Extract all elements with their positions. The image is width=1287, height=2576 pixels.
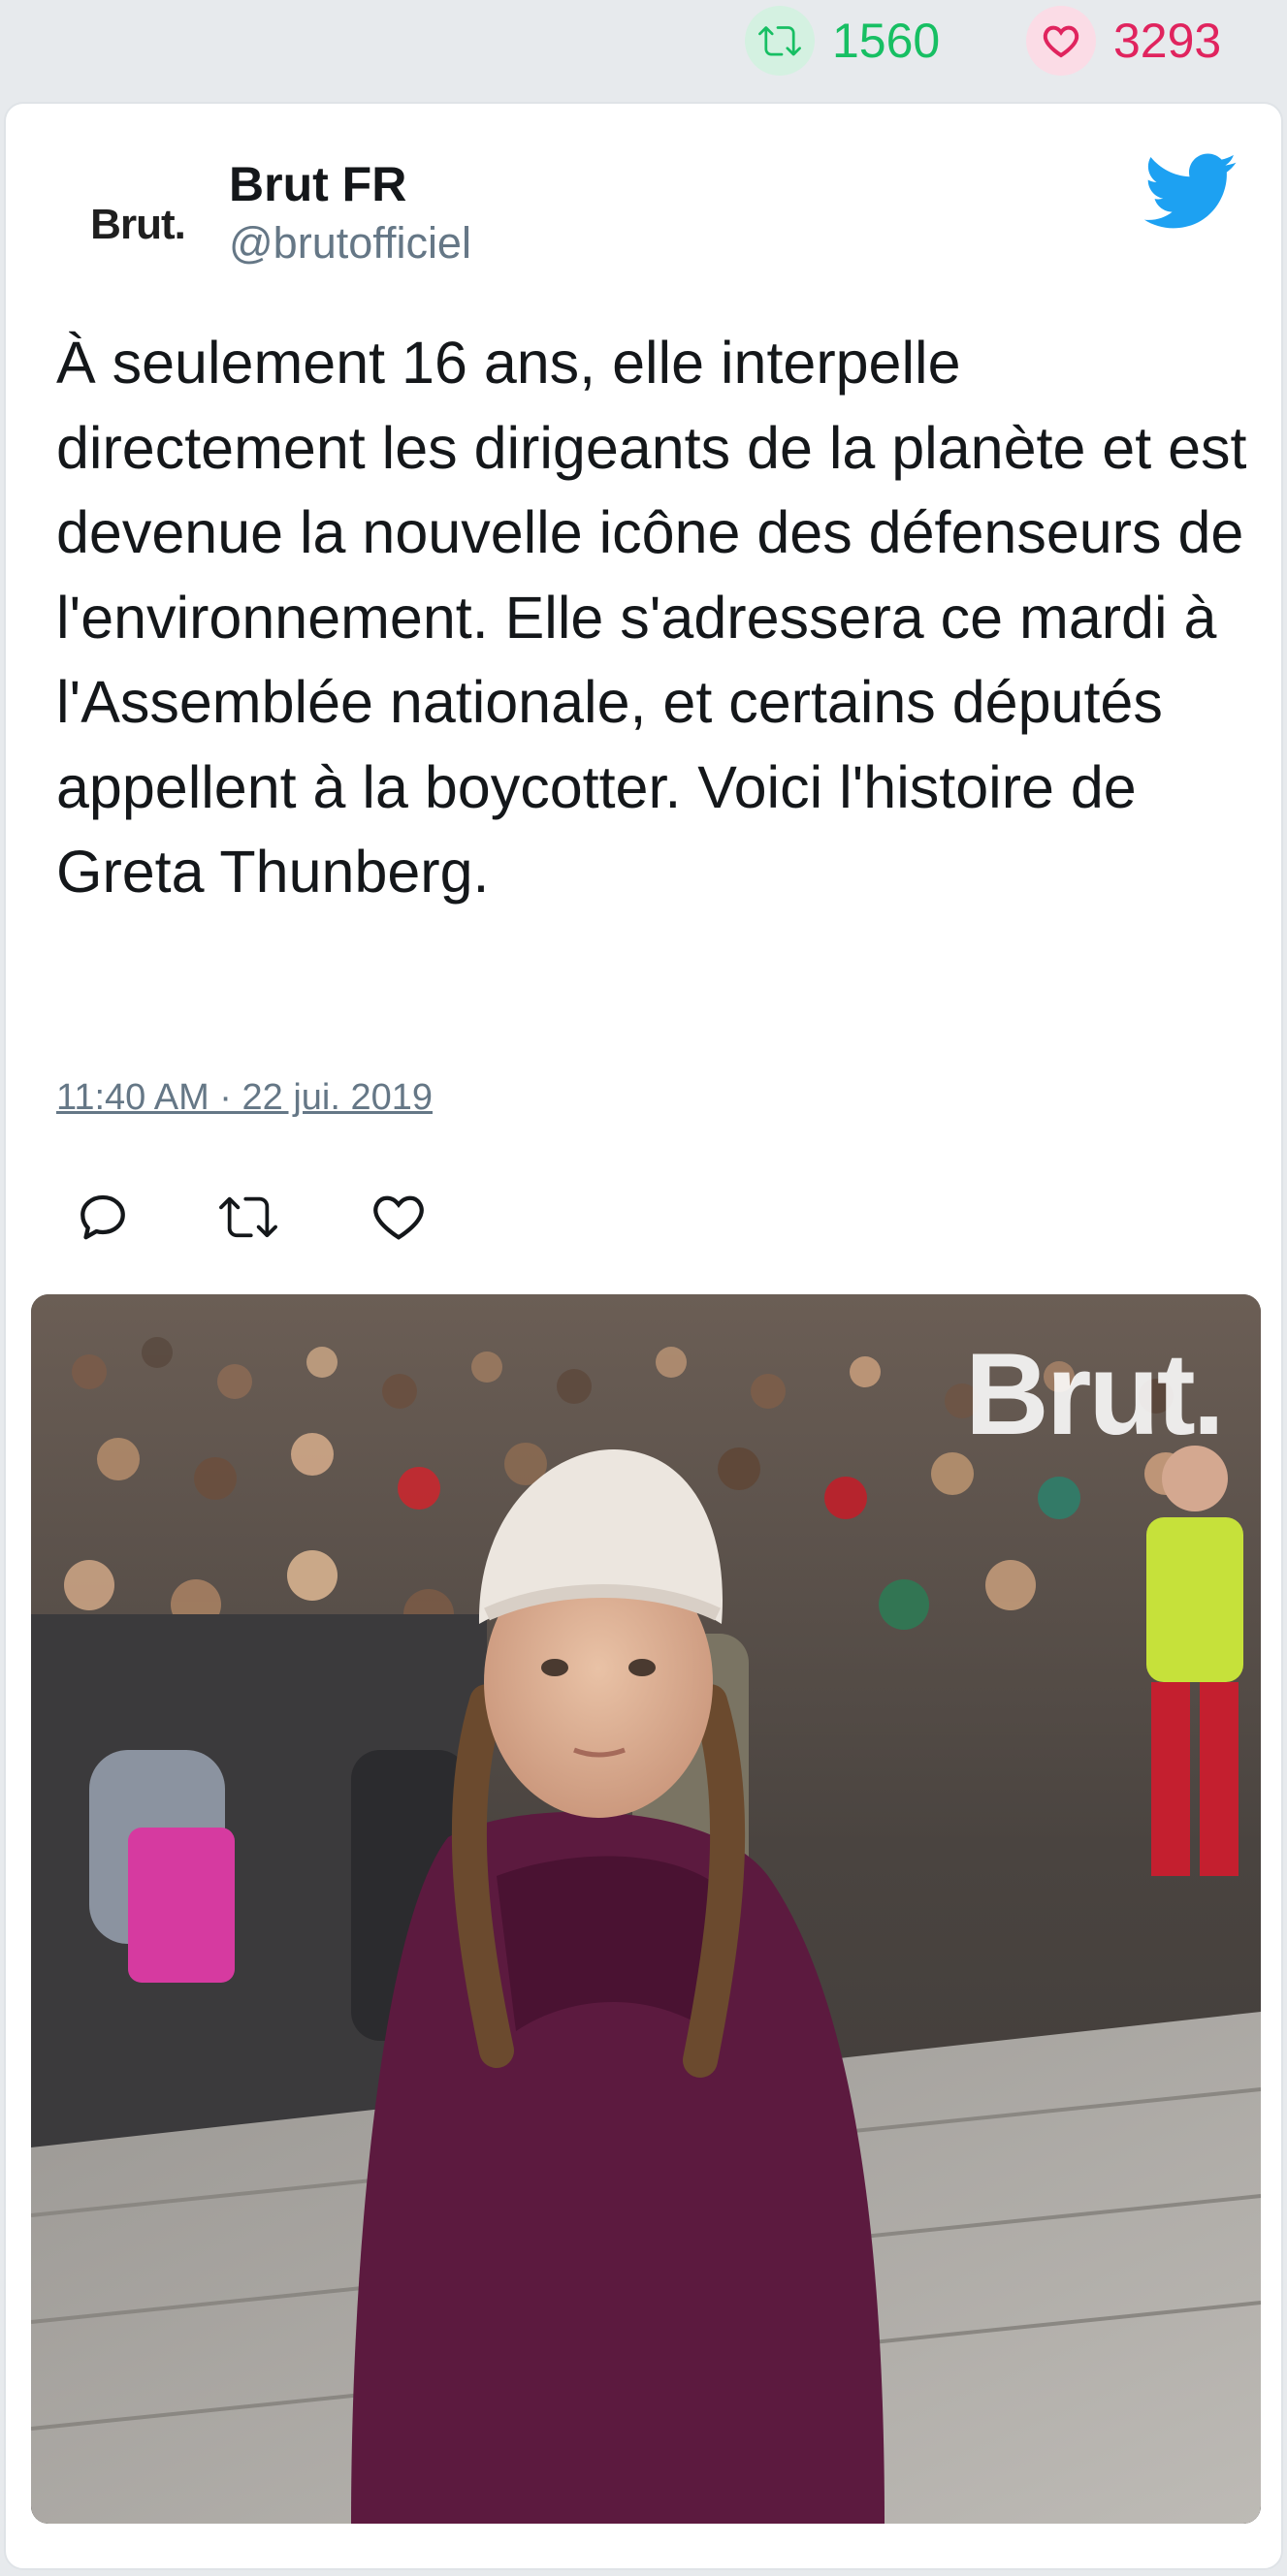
author-name[interactable]: Brut FR — [229, 156, 406, 212]
retweet-icon[interactable] — [219, 1188, 277, 1246]
tweet-media-video[interactable]: Brut. — [31, 1294, 1261, 2524]
heart-icon[interactable] — [370, 1188, 428, 1246]
tweet-text: À seulement 16 ans, elle interpelle dire… — [56, 330, 1247, 905]
heart-icon — [1026, 6, 1096, 76]
twitter-bird-icon[interactable] — [1141, 143, 1238, 239]
tweet-card[interactable]: Brut. Brut FR @brutofficiel À seulement … — [4, 102, 1283, 2570]
like-count: 3293 — [1113, 14, 1222, 68]
like-count-stat[interactable]: 3293 — [1026, 6, 1221, 76]
retweet-count-stat[interactable]: 1560 — [745, 6, 940, 76]
brut-logo: Brut. — [90, 201, 186, 248]
tweet-stats-bar: 1560 3293 — [0, 0, 1287, 97]
brut-watermark: Brut. — [965, 1329, 1225, 1459]
tweet-timestamp-link[interactable]: 11:40 AM · 22 jui. 2019 — [56, 1077, 433, 1119]
video-still-image — [31, 1294, 1261, 2524]
reply-icon[interactable] — [74, 1188, 132, 1246]
avatar[interactable]: Brut. — [52, 162, 223, 288]
retweet-icon — [745, 6, 815, 76]
author-handle[interactable]: @brutofficiel — [229, 218, 471, 269]
retweet-count: 1560 — [832, 14, 941, 68]
